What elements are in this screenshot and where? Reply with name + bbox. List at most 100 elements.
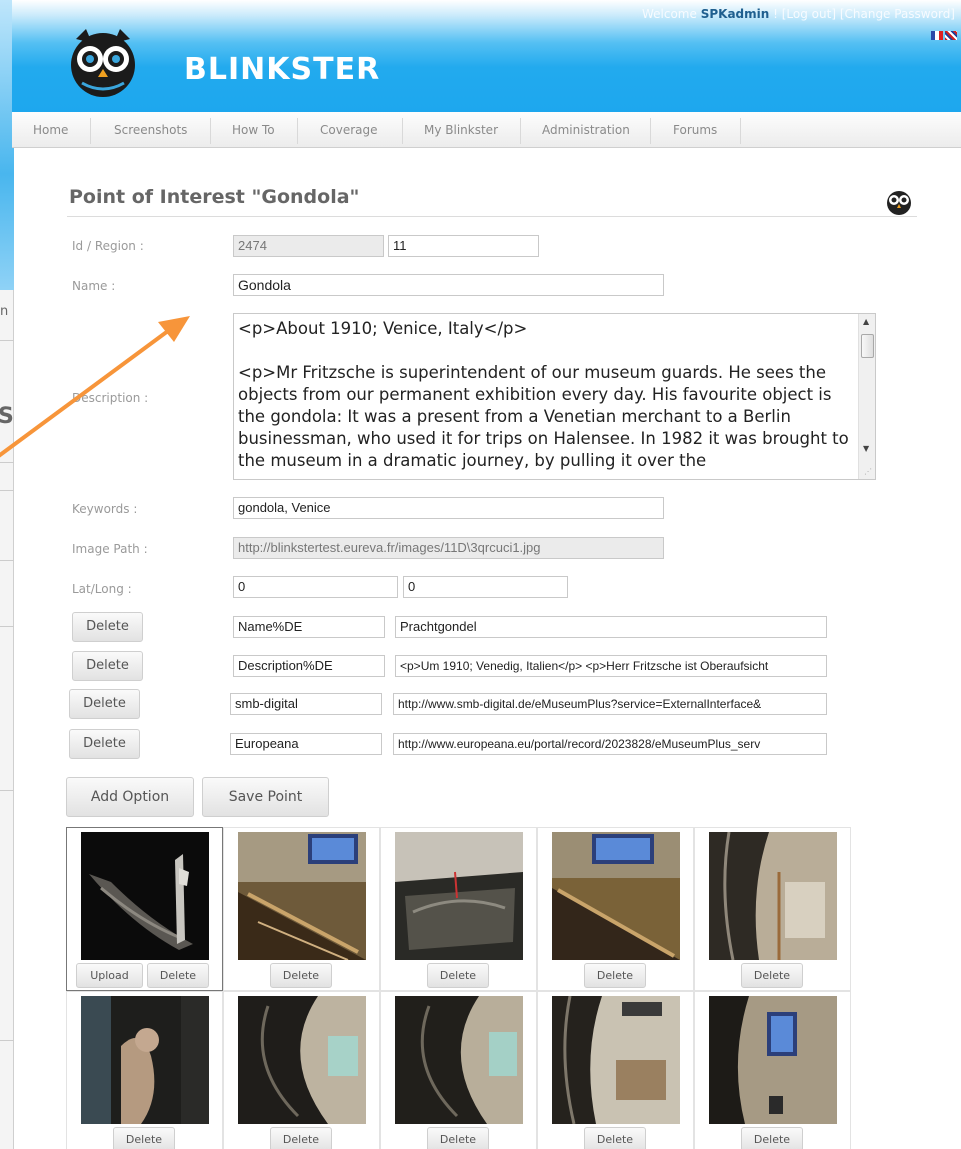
- background-window: n S: [0, 0, 14, 1149]
- nav-forums[interactable]: Forums: [673, 112, 717, 148]
- site-header: Welcome SPKadmin ! [Log out] [Change Pas…: [12, 0, 961, 112]
- gallery-image[interactable]: [395, 996, 523, 1124]
- gallery-cell: Delete: [223, 827, 380, 991]
- option-key-field[interactable]: Europeana: [230, 733, 382, 755]
- description-text[interactable]: <p>About 1910; Venice, Italy</p> <p>Mr F…: [238, 318, 850, 472]
- option-key-field[interactable]: smb-digital: [230, 693, 382, 715]
- nav-separator: [402, 118, 403, 144]
- gallery-image[interactable]: [395, 832, 523, 960]
- nav-separator: [650, 118, 651, 144]
- nav-separator: [90, 118, 91, 144]
- french-flag-icon[interactable]: [931, 30, 943, 40]
- longitude-field[interactable]: 0: [403, 576, 568, 598]
- background-divider: [0, 560, 14, 561]
- id-field: 2474: [233, 235, 384, 257]
- nav-coverage[interactable]: Coverage: [320, 112, 378, 148]
- id-region-label: Id / Region :: [72, 239, 144, 253]
- nav-home[interactable]: Home: [33, 112, 68, 148]
- gallery-image[interactable]: [709, 996, 837, 1124]
- gallery-cell: Delete: [694, 827, 851, 991]
- description-scrollbar[interactable]: ▲ ▼: [858, 314, 875, 479]
- background-divider: [0, 490, 14, 491]
- nav-how-to[interactable]: How To: [232, 112, 275, 148]
- background-divider: [0, 790, 14, 791]
- nav-separator: [520, 118, 521, 144]
- language-flags: [929, 30, 957, 41]
- gallery-cell: Delete: [380, 991, 537, 1149]
- gallery-cell: Delete: [66, 991, 223, 1149]
- gallery-cell: Upload Delete: [66, 827, 223, 991]
- gallery-cell: Delete: [694, 991, 851, 1149]
- option-value-field[interactable]: <p>Um 1910; Venedig, Italien</p> <p>Herr…: [395, 655, 827, 677]
- brand-name[interactable]: BLINKSTER: [184, 52, 380, 87]
- page-title: Point of Interest "Gondola": [69, 186, 360, 208]
- gallery-cell: Delete: [537, 827, 694, 991]
- nav-administration[interactable]: Administration: [542, 112, 630, 148]
- delete-option-button[interactable]: Delete: [69, 729, 140, 759]
- upload-image-button[interactable]: Upload: [76, 963, 143, 988]
- delete-option-button[interactable]: Delete: [72, 612, 143, 642]
- annotation-arrow: [0, 316, 190, 458]
- background-divider: [0, 626, 14, 627]
- delete-option-button[interactable]: Delete: [72, 651, 143, 681]
- welcome-text: Welcome: [641, 7, 697, 21]
- option-key-field[interactable]: Description%DE: [233, 655, 385, 677]
- delete-image-button[interactable]: Delete: [113, 1127, 175, 1149]
- option-value-field[interactable]: http://www.europeana.eu/portal/record/20…: [393, 733, 827, 755]
- description-textarea[interactable]: <p>About 1910; Venice, Italy</p> <p>Mr F…: [233, 313, 876, 480]
- keywords-field[interactable]: gondola, Venice: [233, 497, 664, 519]
- scroll-thumb[interactable]: [861, 334, 874, 358]
- delete-image-button[interactable]: Delete: [427, 963, 489, 988]
- resize-grip-icon[interactable]: ⋰: [864, 467, 872, 476]
- gallery-image[interactable]: [238, 832, 366, 960]
- delete-image-button[interactable]: Delete: [741, 963, 803, 988]
- gallery-cell: Delete: [223, 991, 380, 1149]
- latlong-label: Lat/Long :: [72, 582, 132, 596]
- scroll-up-icon[interactable]: ▲: [863, 317, 869, 326]
- owl-logo-icon: [71, 29, 135, 97]
- latitude-field[interactable]: 0: [233, 576, 398, 598]
- delete-image-button[interactable]: Delete: [584, 963, 646, 988]
- save-point-button[interactable]: Save Point: [202, 777, 329, 817]
- image-path-label: Image Path :: [72, 542, 148, 556]
- gallery-image[interactable]: [552, 832, 680, 960]
- nav-separator: [740, 118, 741, 144]
- add-option-button[interactable]: Add Option: [66, 777, 194, 817]
- delete-image-button[interactable]: Delete: [427, 1127, 489, 1149]
- delete-image-button[interactable]: Delete: [147, 963, 209, 988]
- gallery-image[interactable]: [238, 996, 366, 1124]
- gallery-image[interactable]: [709, 832, 837, 960]
- owl-icon: [887, 191, 911, 215]
- gallery-cell: Delete: [537, 991, 694, 1149]
- account-links[interactable]: ! [Log out] [Change Password]: [769, 7, 955, 21]
- background-divider: [0, 1040, 14, 1041]
- nav-separator: [297, 118, 298, 144]
- image-path-field: http://blinkstertest.eureva.fr/images/11…: [233, 537, 664, 559]
- delete-image-button[interactable]: Delete: [584, 1127, 646, 1149]
- welcome-bar: Welcome SPKadmin ! [Log out] [Change Pas…: [642, 7, 955, 21]
- gallery-image[interactable]: [81, 996, 209, 1124]
- option-value-field[interactable]: Prachtgondel: [395, 616, 827, 638]
- name-field[interactable]: Gondola: [233, 274, 664, 296]
- main-nav: Home Screenshots How To Coverage My Blin…: [12, 112, 961, 148]
- gallery-image[interactable]: [552, 996, 680, 1124]
- delete-image-button[interactable]: Delete: [741, 1127, 803, 1149]
- delete-image-button[interactable]: Delete: [270, 1127, 332, 1149]
- title-divider: [67, 216, 917, 217]
- option-value-field[interactable]: http://www.smb-digital.de/eMuseumPlus?se…: [393, 693, 827, 715]
- username: SPKadmin: [700, 7, 770, 21]
- delete-image-button[interactable]: Delete: [270, 963, 332, 988]
- gallery-cell: Delete: [380, 827, 537, 991]
- region-field[interactable]: 11: [388, 235, 539, 257]
- nav-my-blinkster[interactable]: My Blinkster: [424, 112, 498, 148]
- image-gallery: Upload Delete Delete Delete Delete Delet…: [66, 827, 851, 1149]
- nav-screenshots[interactable]: Screenshots: [114, 112, 187, 148]
- option-key-field[interactable]: Name%DE: [233, 616, 385, 638]
- keywords-label: Keywords :: [72, 502, 138, 516]
- nav-separator: [210, 118, 211, 144]
- delete-option-button[interactable]: Delete: [69, 689, 140, 719]
- scroll-down-icon[interactable]: ▼: [863, 444, 869, 453]
- gallery-image[interactable]: [81, 832, 209, 960]
- name-label: Name :: [72, 279, 116, 293]
- uk-flag-icon[interactable]: [945, 30, 957, 40]
